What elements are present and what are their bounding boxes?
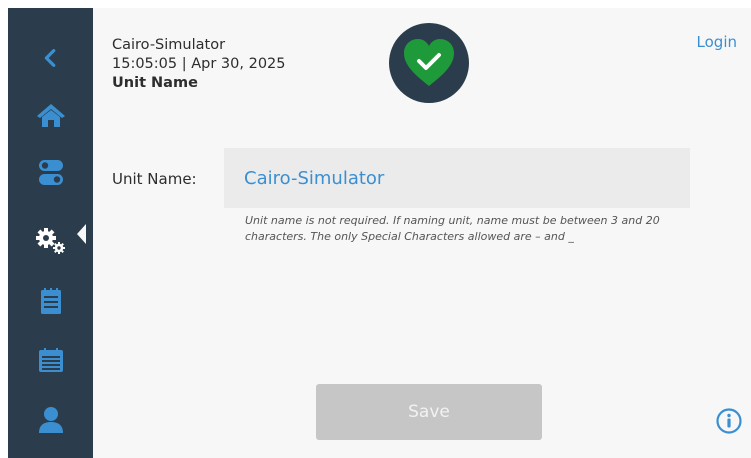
- login-link[interactable]: Login: [697, 33, 737, 51]
- toggle-switches-icon: [38, 160, 63, 185]
- user-icon: [38, 407, 63, 433]
- heart-check-icon: [404, 39, 454, 86]
- notes-nav-item[interactable]: [8, 276, 93, 326]
- notepad-icon: [40, 288, 61, 314]
- status-badge: [389, 23, 469, 103]
- calendar-nav-item[interactable]: [8, 335, 93, 385]
- device-info: Cairo-Simulator 15:05:05 | Apr 30, 2025 …: [112, 36, 286, 93]
- home-icon: [36, 104, 65, 127]
- user-nav-item[interactable]: [8, 395, 93, 445]
- back-button[interactable]: [8, 33, 93, 83]
- save-button[interactable]: Save: [316, 384, 542, 440]
- info-button[interactable]: [716, 408, 742, 434]
- unit-name-input[interactable]: [224, 148, 690, 208]
- calendar-list-icon: [38, 348, 63, 372]
- page-title: Unit Name: [112, 75, 198, 91]
- toggles-nav-item[interactable]: [8, 148, 93, 198]
- active-indicator: [77, 224, 86, 244]
- date-time: 15:05:05 | Apr 30, 2025: [112, 56, 286, 72]
- chevron-left-icon: [44, 49, 55, 67]
- home-nav-item[interactable]: [8, 90, 93, 140]
- info-icon: [716, 408, 742, 434]
- unit-name-label: Unit Name:: [112, 170, 197, 188]
- gears-icon: [35, 228, 65, 254]
- unit-name-helper-text: Unit name is not required. If naming uni…: [245, 214, 660, 243]
- device-name: Cairo-Simulator: [112, 37, 226, 53]
